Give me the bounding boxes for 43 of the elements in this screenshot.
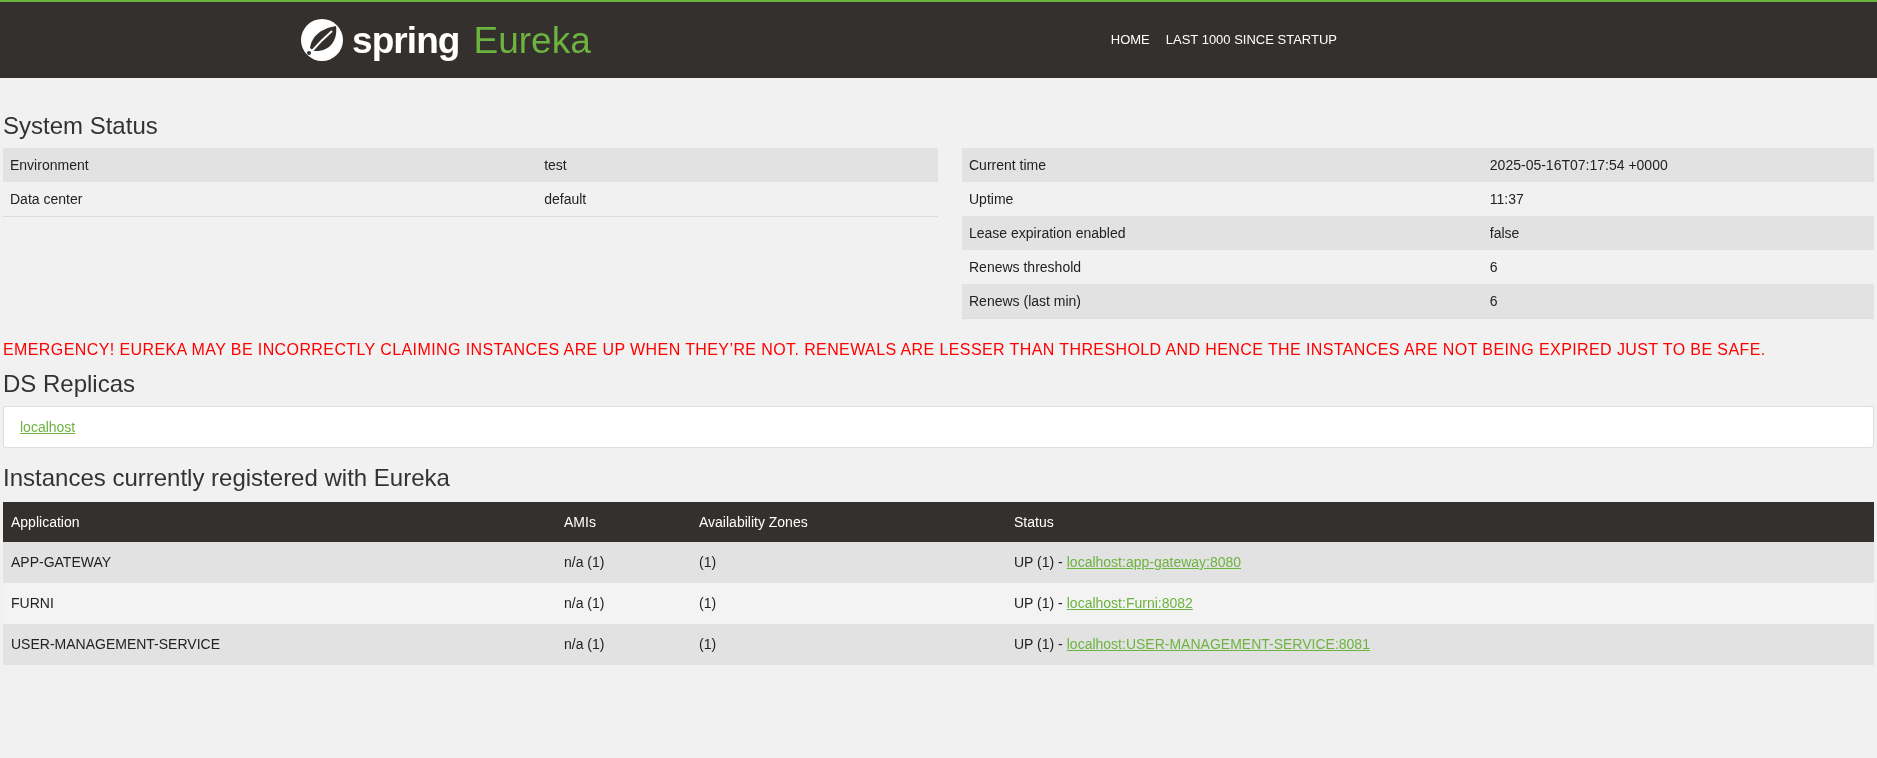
table-cell-text: USER-MANAGEMENT-SERVICE [11, 635, 221, 654]
status-label: Uptime [969, 189, 1015, 209]
table-cell-text: n/a (1) [564, 594, 606, 613]
column-header: Application [11, 512, 81, 532]
status-value: false [1489, 223, 1520, 243]
column-header: Status [1014, 512, 1055, 532]
table-cell-text: (1) [699, 594, 718, 613]
status-text: UP (1) - [1014, 553, 1063, 572]
table-cell-text: (1) [699, 553, 718, 572]
leaf-logo-icon [300, 18, 344, 62]
status-text: UP (1) - [1014, 594, 1063, 613]
replica-link[interactable]: localhost [20, 416, 76, 438]
table-cell-text: APP-GATEWAY [11, 553, 113, 572]
instance-link[interactable]: localhost:Furni:8082 [1066, 593, 1193, 614]
status-label: Current time [969, 155, 1048, 175]
status-label: Lease expiration enabled [969, 223, 1127, 243]
section-title: Instances currently registered with Eureka [3, 466, 451, 490]
table-cell-text: n/a (1) [564, 553, 606, 572]
status-value: 6 [1489, 291, 1498, 311]
instance-link[interactable]: localhost:app-gateway:8080 [1066, 552, 1242, 573]
logo-product-name: Eureka [473, 21, 591, 59]
section-title: DS Replicas [3, 372, 137, 396]
nav-link[interactable]: HOME [1110, 30, 1150, 50]
nav-link[interactable]: LAST 1000 SINCE STARTUP [1165, 30, 1337, 50]
column-header: AMIs [564, 512, 597, 532]
column-header: Availability Zones [699, 512, 809, 532]
status-value: 11:37 [1489, 189, 1524, 209]
status-value: test [544, 155, 567, 175]
table-cell-text: (1) [699, 635, 718, 654]
status-label: Data center [10, 189, 84, 209]
status-label: Renews (last min) [969, 291, 1083, 311]
section-title: System Status [3, 114, 159, 138]
table-cell-text: n/a (1) [564, 635, 606, 654]
status-label: Environment [10, 155, 90, 175]
status-text: UP (1) - [1014, 635, 1063, 654]
status-value: 6 [1489, 257, 1498, 277]
logo-wordmark: spring [352, 21, 460, 59]
status-label: Renews threshold [969, 257, 1083, 277]
status-value: 2025-05-16T07:17:54 +0000 [1489, 155, 1668, 175]
table-cell-text: FURNI [11, 594, 55, 613]
emergency-warning: EMERGENCY! EUREKA MAY BE INCORRECTLY CLAIMING INSTANCES ARE UP WHEN THEY’RE NOT. RENEWALS ARE LESSER THAN THRESHOLD AND HENCE THE INSTANCES ARE NOT BEING EXPIRED JUST TO BE SAFE. [3, 340, 1767, 360]
status-value: default [544, 189, 587, 209]
instance-link[interactable]: localhost:USER-MANAGEMENT-SERVICE:8081 [1066, 634, 1370, 655]
